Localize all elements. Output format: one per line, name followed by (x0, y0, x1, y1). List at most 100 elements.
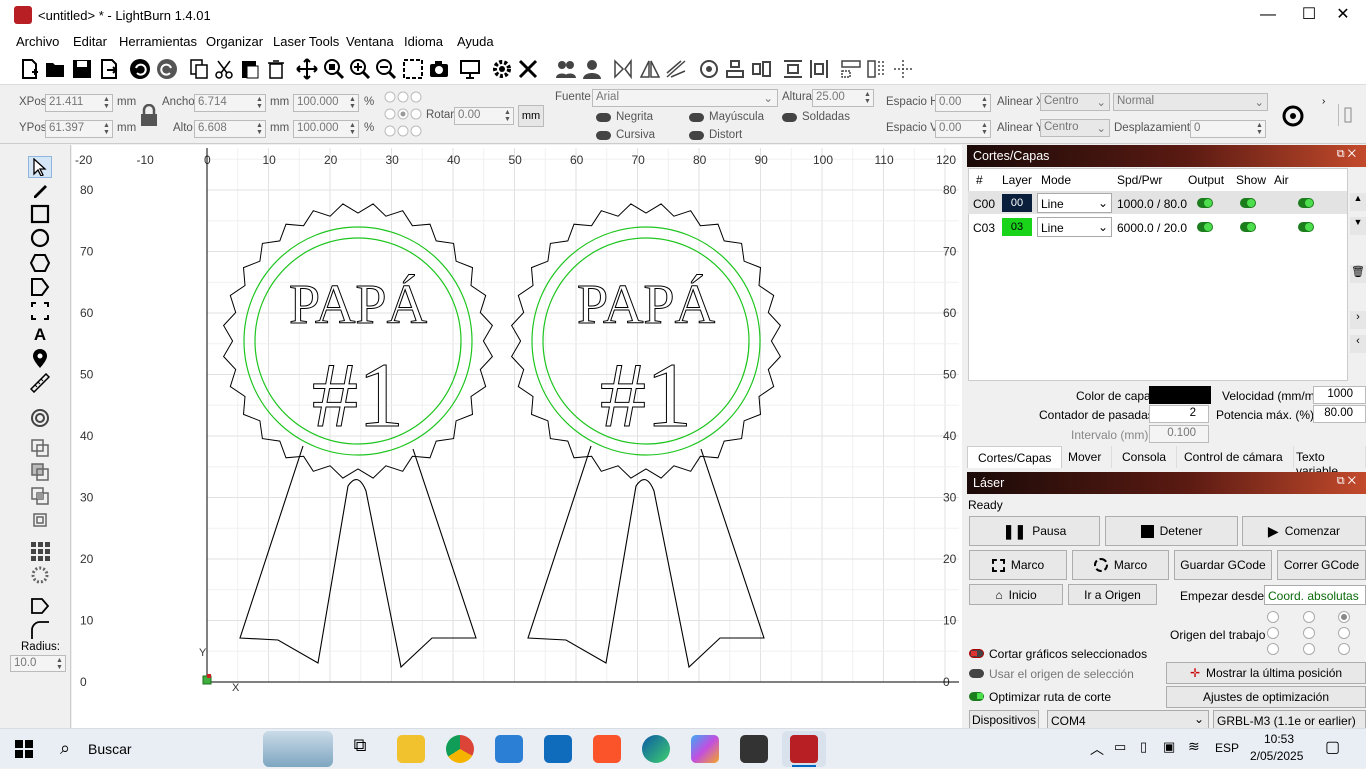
desplazamiento-field[interactable]: 0 ▲ ▼ (1190, 120, 1266, 138)
scale-height-field[interactable]: 100.000 ▲ ▼ (293, 120, 359, 138)
run-gcode-button[interactable]: Correr GCode (1277, 550, 1366, 580)
origin-radio[interactable] (1338, 611, 1350, 623)
espacio-v-field[interactable]: 0.00 ▲ ▼ (935, 120, 991, 138)
origin-radio[interactable] (1267, 643, 1279, 655)
move-layer-up-icon[interactable]: ▲ (1350, 193, 1366, 211)
show-toggle[interactable] (1240, 222, 1256, 232)
distribute-h-icon[interactable] (806, 55, 832, 83)
intervalo-field[interactable]: 0.100 (1149, 425, 1209, 443)
origin-radio[interactable] (1267, 627, 1279, 639)
xpos-field[interactable]: 21.411 ▲ ▼ (45, 94, 113, 112)
windows-start-icon[interactable] (15, 740, 33, 761)
menu-organizar[interactable]: Organizar (206, 34, 263, 49)
apply-path-icon[interactable] (1280, 103, 1306, 132)
boolean-union-icon[interactable] (28, 437, 52, 459)
monitor-icon[interactable] (457, 55, 483, 83)
optimization-settings-button[interactable]: Ajustes de optimización (1166, 686, 1366, 708)
tab-control-camara[interactable]: Control de cámara (1174, 446, 1294, 468)
negrita-toggle[interactable] (596, 113, 611, 122)
soldadas-toggle[interactable] (782, 113, 797, 122)
position-pin-icon[interactable] (28, 348, 52, 370)
align-center-icon[interactable] (722, 55, 748, 83)
ungroup-icon[interactable] (579, 55, 605, 83)
show-toggle[interactable] (1240, 198, 1256, 208)
weld-icon[interactable] (28, 509, 52, 531)
wifi-icon[interactable]: ≋ (1188, 738, 1200, 755)
delete-icon[interactable] (263, 55, 289, 83)
start-from-select[interactable]: Coord. absolutas (1264, 585, 1366, 605)
brave-icon[interactable] (593, 735, 621, 763)
scale-width-field[interactable]: 100.000 ▲ ▼ (293, 94, 359, 112)
text-mode-select[interactable]: Normal ⌄ (1113, 93, 1268, 111)
camera-icon[interactable] (426, 55, 452, 83)
font-select[interactable]: Arial ⌄ (592, 89, 778, 107)
tab-cortes-capas[interactable]: Cortes/Capas (967, 446, 1063, 468)
rotar-unit-button[interactable]: mm (518, 105, 544, 127)
contador-field[interactable]: 2 (1149, 405, 1209, 423)
go-origin-button[interactable]: Ir a Origen (1068, 584, 1157, 605)
move-icon[interactable] (294, 55, 320, 83)
zoom-page-icon[interactable] (321, 55, 347, 83)
origin-radio[interactable] (1303, 643, 1315, 655)
origin-radio[interactable] (1267, 611, 1279, 623)
edge-icon[interactable] (642, 735, 670, 763)
file-explorer-icon[interactable] (397, 735, 425, 763)
devices-button[interactable]: Dispositivos (969, 710, 1039, 730)
output-toggle[interactable] (1197, 222, 1213, 232)
clock-time[interactable]: 10:53 (1264, 732, 1294, 746)
zoom-out-icon[interactable] (373, 55, 399, 83)
shield-app-icon[interactable] (740, 735, 768, 763)
origin-radio[interactable] (1303, 627, 1315, 639)
boolean-subtract-icon[interactable] (28, 461, 52, 483)
circular-array-icon[interactable] (28, 564, 52, 586)
optimize-toggle[interactable] (969, 692, 984, 701)
menu-ventana[interactable]: Ventana (346, 34, 394, 49)
menu-laser-tools[interactable]: Laser Tools (273, 34, 339, 49)
layer-color-swatch[interactable] (1149, 386, 1211, 404)
tab-consola[interactable]: Consola (1112, 446, 1178, 468)
expand-chevron-icon[interactable]: › (1322, 96, 1325, 107)
rotar-field[interactable]: 0.00 ▲ ▼ (454, 107, 514, 125)
layer-mode-select[interactable]: Line ⌄ (1037, 217, 1112, 237)
port-select[interactable]: COM4 ⌄ (1047, 710, 1209, 730)
frame-rect-button[interactable]: Marco (969, 550, 1067, 580)
device-select[interactable]: GRBL-M3 (1.1e or earlier) (1213, 710, 1366, 730)
home-button[interactable]: ⌂ Inicio (969, 584, 1063, 605)
new-file-icon[interactable] (16, 55, 42, 83)
altura-field[interactable]: 25.00 ▲ ▼ (812, 89, 874, 107)
text-tool-icon[interactable]: A (28, 324, 52, 346)
store-icon[interactable] (495, 735, 523, 763)
espacio-h-field[interactable]: 0.00 ▲ ▼ (935, 94, 991, 112)
search-box[interactable]: ⌕ Buscar (48, 729, 333, 769)
align-left-icon[interactable] (748, 55, 774, 83)
lock-icon[interactable] (139, 103, 159, 131)
origin-radio[interactable] (1338, 643, 1350, 655)
rectangle-tool-icon[interactable] (28, 203, 52, 225)
lightburn-task-button[interactable] (782, 731, 826, 767)
air-toggle[interactable] (1298, 222, 1314, 232)
ypos-field[interactable]: 61.397 ▲ ▼ (45, 120, 113, 138)
stop-button[interactable]: Detener (1105, 516, 1238, 546)
design-canvas[interactable]: -20 -10 0 10 20 30 40 50 60 70 80 90 100 110 120 80 70 6… (72, 145, 962, 728)
badges-group[interactable]: PAPÁ #1 PAPÁ #1 (222, 203, 782, 669)
scroll-right-icon[interactable]: › (1350, 311, 1366, 329)
grid-array-icon[interactable] (28, 540, 52, 562)
phone-link-icon[interactable]: ▯ (1140, 739, 1147, 755)
potencia-field[interactable]: 80.00 (1313, 405, 1366, 423)
panel-float-icon[interactable]: ⧉ ✕ (1337, 148, 1356, 161)
language-indicator[interactable]: ESP (1215, 741, 1239, 755)
pause-button[interactable]: ❚❚ Pausa (969, 516, 1100, 546)
task-view-icon[interactable]: ⧉ (346, 735, 374, 763)
alto-field[interactable]: 6.608 ▲ ▼ (194, 120, 266, 138)
export-icon[interactable] (96, 55, 122, 83)
panel-float-icon[interactable]: ⧉ ✕ (1337, 475, 1356, 488)
open-folder-icon[interactable] (42, 55, 68, 83)
output-toggle[interactable] (1197, 198, 1213, 208)
select-tool-icon[interactable] (28, 156, 52, 178)
settings-gear-icon[interactable] (489, 55, 515, 83)
origin-radio[interactable] (1338, 627, 1350, 639)
menu-herramientas[interactable]: Herramientas (119, 34, 197, 49)
clock-date[interactable]: 2/05/2025 (1250, 749, 1303, 763)
origin-radio[interactable] (1303, 611, 1315, 623)
copy-icon[interactable] (186, 55, 212, 83)
